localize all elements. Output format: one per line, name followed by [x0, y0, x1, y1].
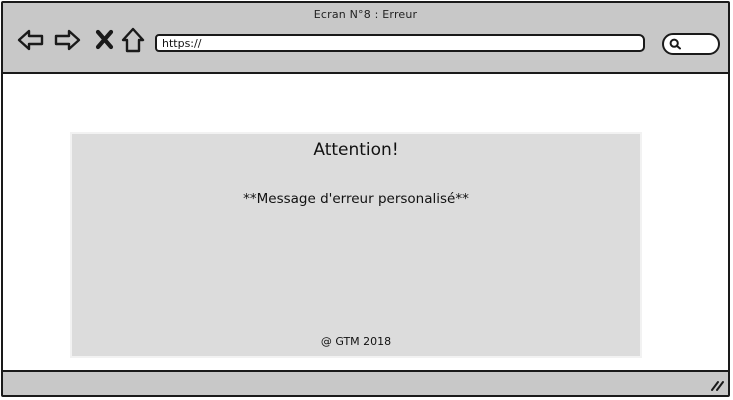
- back-button[interactable]: [17, 26, 45, 54]
- error-heading: Attention!: [313, 140, 399, 160]
- stop-button[interactable]: [91, 26, 119, 54]
- forward-button[interactable]: [53, 26, 81, 54]
- resize-handle[interactable]: [708, 376, 724, 392]
- resize-grip-icon: [711, 381, 724, 391]
- error-message: **Message d'erreur personalisé**: [243, 191, 469, 207]
- page-content: Attention! **Message d'erreur personalis…: [3, 74, 728, 372]
- search-button[interactable]: [662, 33, 720, 55]
- copyright-footer: @ GTM 2018: [320, 335, 392, 348]
- url-input[interactable]: [155, 34, 645, 52]
- arrow-right-icon: [54, 29, 81, 51]
- close-icon: [95, 29, 114, 50]
- status-bar: [3, 370, 728, 395]
- error-panel: Attention! **Message d'erreur personalis…: [70, 132, 642, 358]
- search-icon: [669, 38, 681, 50]
- home-icon: [121, 27, 145, 53]
- home-button[interactable]: [119, 26, 147, 54]
- browser-window: Ecran N°8 : Erreur https:// Attention! *…: [1, 1, 730, 397]
- window-title: Ecran N°8 : Erreur: [313, 8, 418, 21]
- browser-toolbar: Ecran N°8 : Erreur: [3, 3, 728, 74]
- arrow-left-icon: [17, 29, 44, 51]
